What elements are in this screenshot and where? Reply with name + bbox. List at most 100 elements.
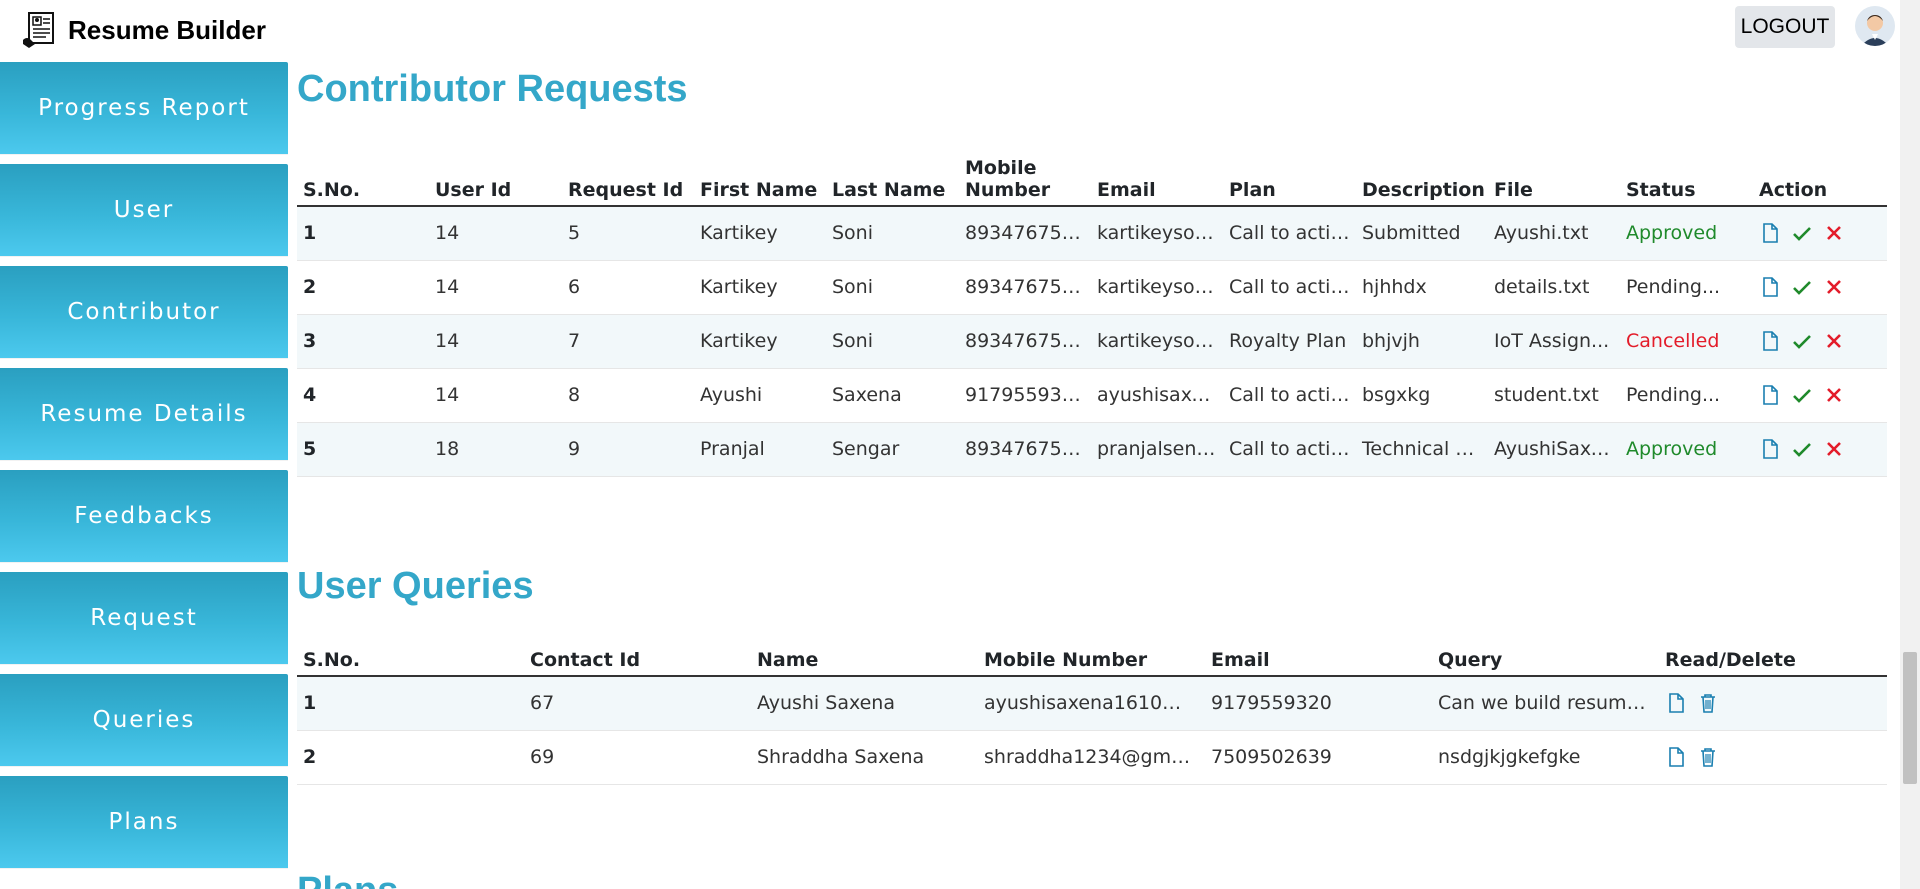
cell-request-id: 9 — [562, 422, 694, 477]
cell-first-name: Pranjal — [694, 422, 826, 477]
approve-check-icon[interactable] — [1791, 222, 1813, 244]
table-row: 1 67 Ayushi Saxena ayushisaxena1610@g...… — [297, 676, 1887, 731]
reject-x-icon[interactable] — [1823, 384, 1845, 406]
cell-user-id: 18 — [429, 422, 562, 477]
reject-x-icon[interactable] — [1823, 276, 1845, 298]
cell-file: AyushiSaxe... — [1488, 422, 1620, 477]
column-header: Mobile Number — [959, 148, 1091, 207]
user-queries-table: S.No. Contact Id Name Mobile Number Emai… — [297, 640, 1887, 785]
view-file-icon[interactable] — [1759, 384, 1781, 406]
view-file-icon[interactable] — [1759, 330, 1781, 352]
cell-email: 7509502639 — [1205, 730, 1432, 785]
cell-first-name: Kartikey — [694, 260, 826, 315]
read-file-icon[interactable] — [1665, 746, 1687, 768]
sidebar-item-label: Contributor — [67, 299, 221, 325]
sidebar-item-user[interactable]: User — [0, 164, 288, 256]
cell-sno: 4 — [297, 368, 429, 423]
approve-check-icon[interactable] — [1791, 276, 1813, 298]
cell-user-id: 14 — [429, 206, 562, 261]
column-header: S.No. — [297, 148, 429, 207]
column-header: Read/Delete — [1659, 640, 1887, 677]
cell-plan: Call to actio... — [1223, 422, 1356, 477]
approve-check-icon[interactable] — [1791, 438, 1813, 460]
scrollbar-thumb[interactable] — [1903, 652, 1917, 784]
sidebar-item-label: Progress Report — [38, 95, 250, 121]
cell-description: bsgxkg — [1356, 368, 1488, 423]
cell-first-name: Kartikey — [694, 314, 826, 369]
cell-plan: Call to actio... — [1223, 206, 1356, 261]
sidebar-item-feedbacks[interactable]: Feedbacks — [0, 470, 288, 562]
cell-action — [1753, 260, 1887, 315]
sidebar-item-resume-details[interactable]: Resume Details — [0, 368, 288, 460]
cell-action — [1753, 422, 1887, 477]
view-file-icon[interactable] — [1759, 438, 1781, 460]
sidebar-item-contributor[interactable]: Contributor — [0, 266, 288, 358]
column-header: Status — [1620, 148, 1753, 207]
sidebar-item-progress-report[interactable]: Progress Report — [0, 62, 288, 154]
cell-last-name: Sengar — [826, 422, 959, 477]
cell-sno: 1 — [297, 206, 429, 261]
cell-contact-id: 69 — [524, 730, 751, 785]
column-header: Email — [1205, 640, 1432, 677]
cell-first-name: Kartikey — [694, 206, 826, 261]
logout-button[interactable]: LOGOUT — [1735, 6, 1835, 48]
approve-check-icon[interactable] — [1791, 330, 1813, 352]
cell-action — [1753, 368, 1887, 423]
trash-icon[interactable] — [1697, 746, 1719, 768]
sidebar-item-request[interactable]: Request — [0, 572, 288, 664]
cell-contact-id: 67 — [524, 676, 751, 731]
cell-request-id: 7 — [562, 314, 694, 369]
table-row: 4 14 8 Ayushi Saxena 9179559320 ayushisa… — [297, 368, 1887, 423]
read-file-icon[interactable] — [1665, 692, 1687, 714]
sidebar-item-queries[interactable]: Queries — [0, 674, 288, 766]
cell-status: Pending... — [1620, 368, 1753, 423]
table-header-row: S.No. Contact Id Name Mobile Number Emai… — [297, 640, 1887, 677]
brand[interactable]: Resume Builder — [20, 10, 266, 50]
cell-plan: Call to actio... — [1223, 260, 1356, 315]
cell-file: IoT Assign... — [1488, 314, 1620, 369]
reject-x-icon[interactable] — [1823, 438, 1845, 460]
view-file-icon[interactable] — [1759, 222, 1781, 244]
view-file-icon[interactable] — [1759, 276, 1781, 298]
trash-icon[interactable] — [1697, 692, 1719, 714]
sidebar-item-plans[interactable]: Plans — [0, 776, 288, 868]
cell-sno: 2 — [297, 730, 524, 785]
column-header: Mobile Number — [978, 640, 1205, 677]
cell-sno: 3 — [297, 314, 429, 369]
column-header: Last Name — [826, 148, 959, 207]
reject-x-icon[interactable] — [1823, 330, 1845, 352]
approve-check-icon[interactable] — [1791, 384, 1813, 406]
cell-mobile: 8934767543 — [959, 260, 1091, 315]
column-header: Contact Id — [524, 640, 751, 677]
table-row: 5 18 9 Pranjal Sengar 8934767543 pranjal… — [297, 422, 1887, 477]
cell-sno: 2 — [297, 260, 429, 315]
cell-email: pranjalseng... — [1091, 422, 1223, 477]
column-header: User Id — [429, 148, 562, 207]
cell-user-id: 14 — [429, 260, 562, 315]
sidebar-item-label: Request — [90, 605, 198, 631]
cell-last-name: Soni — [826, 260, 959, 315]
cell-name: Ayushi Saxena — [751, 676, 978, 731]
cell-last-name: Saxena — [826, 368, 959, 423]
app-title: Resume Builder — [68, 14, 266, 45]
cell-action — [1753, 314, 1887, 369]
cell-request-id: 8 — [562, 368, 694, 423]
top-header: Resume Builder LOGOUT — [0, 0, 1900, 62]
table-header-row: S.No. User Id Request Id First Name Last… — [297, 148, 1887, 207]
resume-logo-icon — [20, 10, 60, 50]
cell-read-delete — [1659, 676, 1887, 731]
cell-mobile: 8934767543 — [959, 422, 1091, 477]
contributor-requests-title: Contributor Requests — [297, 68, 688, 110]
reject-x-icon[interactable] — [1823, 222, 1845, 244]
table-row: 1 14 5 Kartikey Soni 8934767543 kartikey… — [297, 206, 1887, 261]
cell-file: details.txt — [1488, 260, 1620, 315]
column-header: Name — [751, 640, 978, 677]
table-row: 2 14 6 Kartikey Soni 8934767543 kartikey… — [297, 260, 1887, 315]
cell-mobile: 9179559320 — [959, 368, 1091, 423]
column-header: Action — [1753, 148, 1887, 207]
user-avatar[interactable] — [1855, 6, 1895, 46]
column-header: File — [1488, 148, 1620, 207]
column-header: Plan — [1223, 148, 1356, 207]
sidebar-item-label: User — [113, 197, 175, 223]
cell-sno: 1 — [297, 676, 524, 731]
